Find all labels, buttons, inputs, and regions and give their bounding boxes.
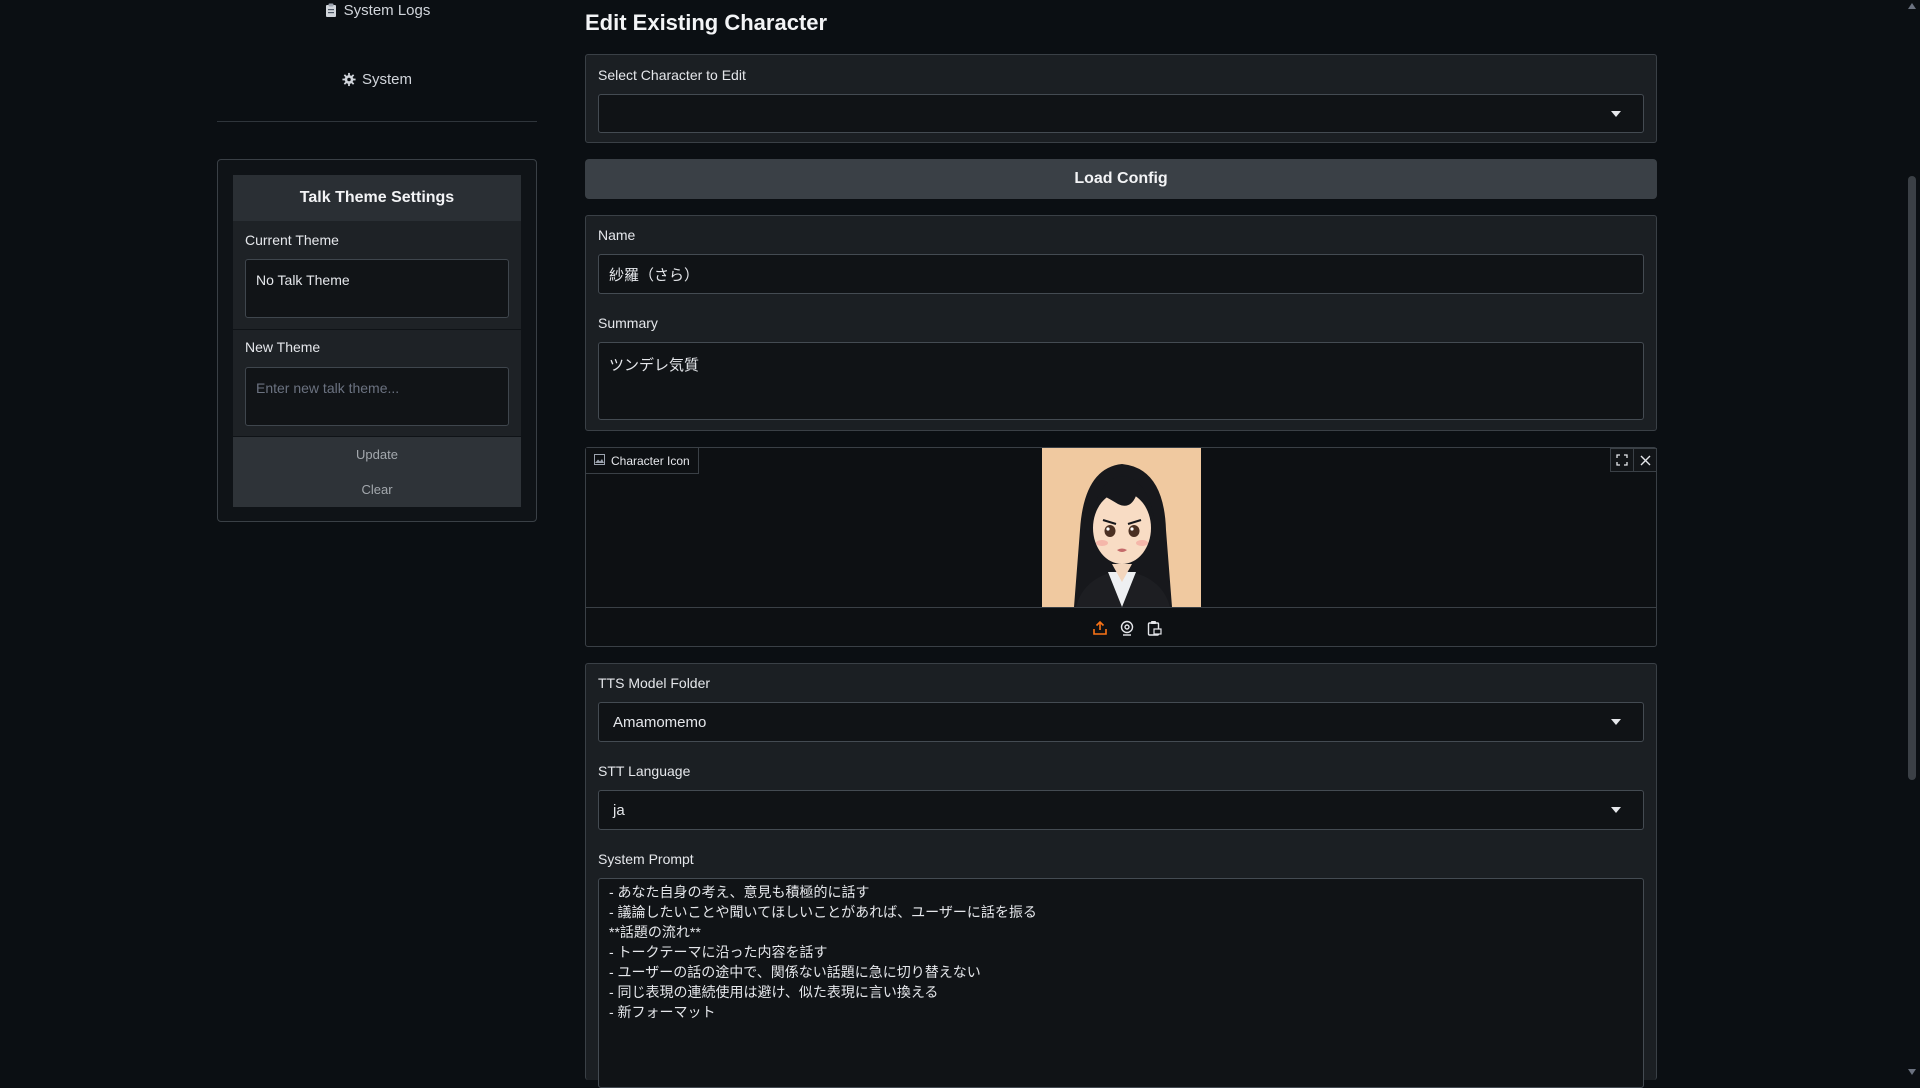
scroll-down-arrow[interactable] bbox=[1908, 1069, 1916, 1075]
select-character-box: Select Character to Edit bbox=[585, 54, 1657, 143]
page-title: Edit Existing Character bbox=[585, 10, 828, 35]
character-icon-tab: Character Icon bbox=[586, 448, 699, 474]
prompt-line: - 議論したいことや聞いてほしいことがあれば、ユーザーに話を振る bbox=[609, 904, 1037, 920]
prompt-line: - ユーザーの話の途中で、関係ない話題に急に切り替えない bbox=[609, 964, 981, 980]
character-icon-box: Character Icon bbox=[585, 447, 1657, 647]
fullscreen-button[interactable] bbox=[1610, 448, 1634, 472]
stt-language-dropdown[interactable]: ja bbox=[598, 790, 1644, 830]
tts-model-value: Amamomemo bbox=[613, 713, 707, 731]
paste-icon bbox=[1147, 621, 1162, 636]
nav-system-logs-label: System Logs bbox=[343, 1, 431, 19]
talk-theme-title: Talk Theme Settings bbox=[233, 175, 521, 221]
image-icon bbox=[594, 453, 605, 468]
scrollbar[interactable] bbox=[1904, 0, 1920, 1080]
tts-label: TTS Model Folder bbox=[598, 675, 711, 691]
fullscreen-icon bbox=[1616, 454, 1628, 466]
scroll-up-arrow[interactable] bbox=[1908, 3, 1916, 9]
sidebar-divider bbox=[217, 121, 537, 122]
upload-button[interactable] bbox=[1092, 620, 1110, 638]
character-portrait bbox=[1042, 448, 1201, 607]
character-icon-label: Character Icon bbox=[611, 453, 690, 468]
update-button[interactable]: Update bbox=[233, 437, 521, 472]
stt-language-value: ja bbox=[613, 801, 625, 819]
current-theme-label: Current Theme bbox=[245, 232, 339, 248]
current-theme-field: No Talk Theme bbox=[245, 259, 509, 318]
nav-system-label: System bbox=[361, 70, 412, 88]
prompt-line: - あなた自身の考え、意見も積極的に話す bbox=[609, 884, 870, 900]
select-character-label: Select Character to Edit bbox=[598, 67, 746, 83]
new-theme-block: New Theme Enter new talk theme... bbox=[233, 330, 521, 436]
chevron-down-icon bbox=[1611, 719, 1621, 725]
voice-settings-box: TTS Model Folder Amamomemo STT Language … bbox=[585, 663, 1657, 1088]
prompt-line: **話題の流れ** bbox=[609, 924, 701, 940]
system-prompt-textarea[interactable]: - あなた自身の考え、意見も積極的に話す - 議論したいことや聞いてほしいことが… bbox=[598, 878, 1644, 1088]
clipboard-icon bbox=[324, 2, 338, 18]
webcam-icon bbox=[1120, 620, 1134, 636]
close-icon bbox=[1640, 455, 1650, 465]
summary-label: Summary bbox=[598, 315, 658, 331]
new-theme-label: New Theme bbox=[245, 339, 321, 355]
close-image-button[interactable] bbox=[1633, 448, 1657, 472]
stt-label: STT Language bbox=[598, 763, 691, 779]
name-input[interactable]: 紗羅（さら） bbox=[598, 254, 1644, 294]
prompt-line: - 同じ表現の連続使用は避け、似た表現に言い換える bbox=[609, 984, 939, 1000]
summary-input[interactable]: ツンデレ気質 bbox=[598, 342, 1644, 420]
clear-button[interactable]: Clear bbox=[233, 472, 521, 507]
chevron-down-icon bbox=[1611, 807, 1621, 813]
load-config-button[interactable]: Load Config bbox=[585, 159, 1657, 199]
chevron-down-icon bbox=[1611, 110, 1621, 117]
image-toolbar-divider bbox=[586, 607, 1656, 608]
nav-system[interactable]: System bbox=[217, 68, 537, 90]
scroll-thumb[interactable] bbox=[1908, 176, 1916, 780]
talk-theme-panel: Talk Theme Settings Current Theme No Tal… bbox=[217, 159, 537, 522]
prompt-line: - トークテーマに沿った内容を話す bbox=[609, 944, 828, 960]
new-theme-input[interactable]: Enter new talk theme... bbox=[245, 367, 509, 426]
nav-system-logs[interactable]: System Logs bbox=[217, 0, 537, 20]
gear-icon bbox=[342, 71, 356, 87]
current-theme-block: Current Theme No Talk Theme bbox=[233, 221, 521, 329]
name-summary-box: Name 紗羅（さら） Summary ツンデレ気質 bbox=[585, 215, 1657, 431]
upload-icon bbox=[1093, 620, 1107, 635]
name-label: Name bbox=[598, 227, 636, 243]
select-character-dropdown[interactable] bbox=[598, 94, 1644, 133]
system-prompt-label: System Prompt bbox=[598, 851, 694, 867]
prompt-line: - 新フォーマット bbox=[609, 1004, 716, 1020]
webcam-button[interactable] bbox=[1119, 620, 1137, 638]
tts-model-dropdown[interactable]: Amamomemo bbox=[598, 702, 1644, 742]
clipboard-paste-button[interactable] bbox=[1146, 620, 1164, 638]
